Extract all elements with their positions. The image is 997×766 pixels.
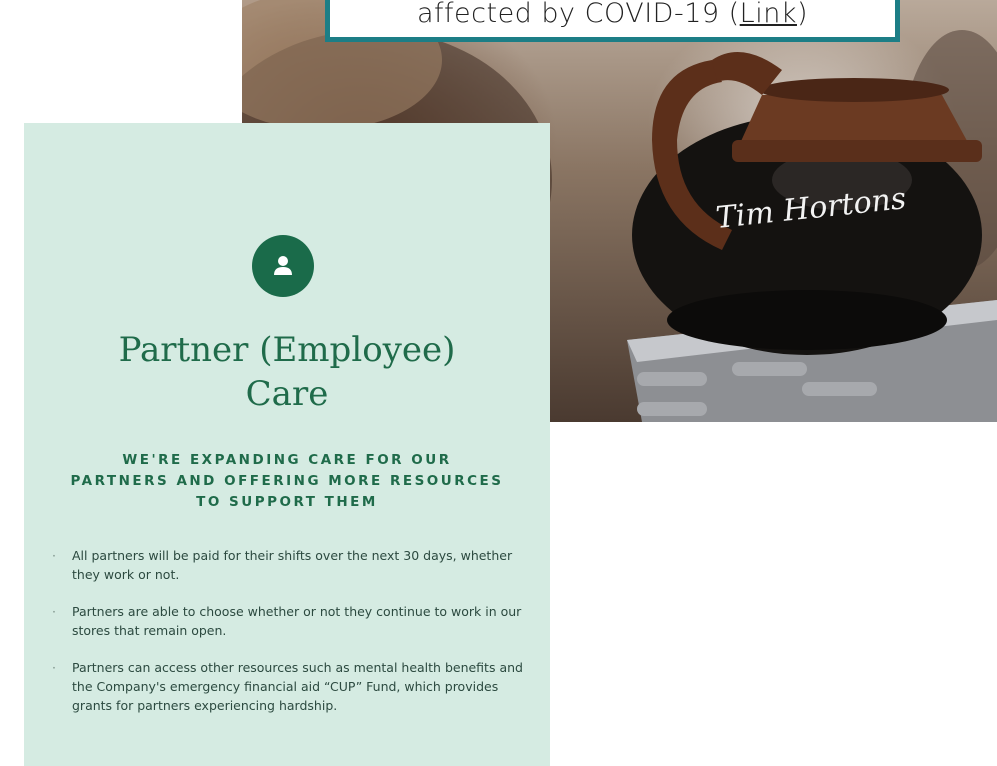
partner-care-card: Partner (Employee) Care WE'RE EXPANDING … — [24, 123, 550, 766]
list-item: · All partners will be paid for their shi… — [52, 546, 532, 584]
list-item-text: All partners will be paid for their shif… — [72, 548, 513, 582]
bullet-icon: · — [52, 548, 56, 563]
card-title-line: Care — [245, 374, 329, 414]
list-item: · Partners are able to choose whether or … — [52, 602, 532, 640]
card-title: Partner (Employee) Care — [24, 328, 550, 416]
list-item-text: Partners are able to choose whether or n… — [72, 604, 522, 638]
card-subtitle-line: TO SUPPORT THEM — [196, 494, 378, 510]
list-item: · Partners can access other resources suc… — [52, 658, 532, 715]
card-subtitle-line: PARTNERS AND OFFERING MORE RESOURCES — [70, 473, 504, 489]
bullet-icon: · — [52, 660, 56, 675]
benefits-list: · All partners will be paid for their shi… — [52, 546, 532, 733]
caption-box: affected by COVID-19 (Link) — [325, 0, 900, 42]
list-item-text: Partners can access other resources such… — [72, 660, 523, 713]
person-icon — [252, 235, 314, 297]
caption-link[interactable]: Link — [740, 0, 797, 29]
caption-text: affected by COVID-19 ( — [416, 0, 740, 29]
card-title-line: Partner (Employee) — [118, 330, 456, 370]
caption-text-end: ) — [796, 0, 809, 29]
card-subtitle-line: WE'RE EXPANDING CARE FOR OUR — [122, 452, 452, 468]
bullet-icon: · — [52, 604, 56, 619]
card-subtitle: WE'RE EXPANDING CARE FOR OUR PARTNERS AN… — [24, 450, 550, 513]
